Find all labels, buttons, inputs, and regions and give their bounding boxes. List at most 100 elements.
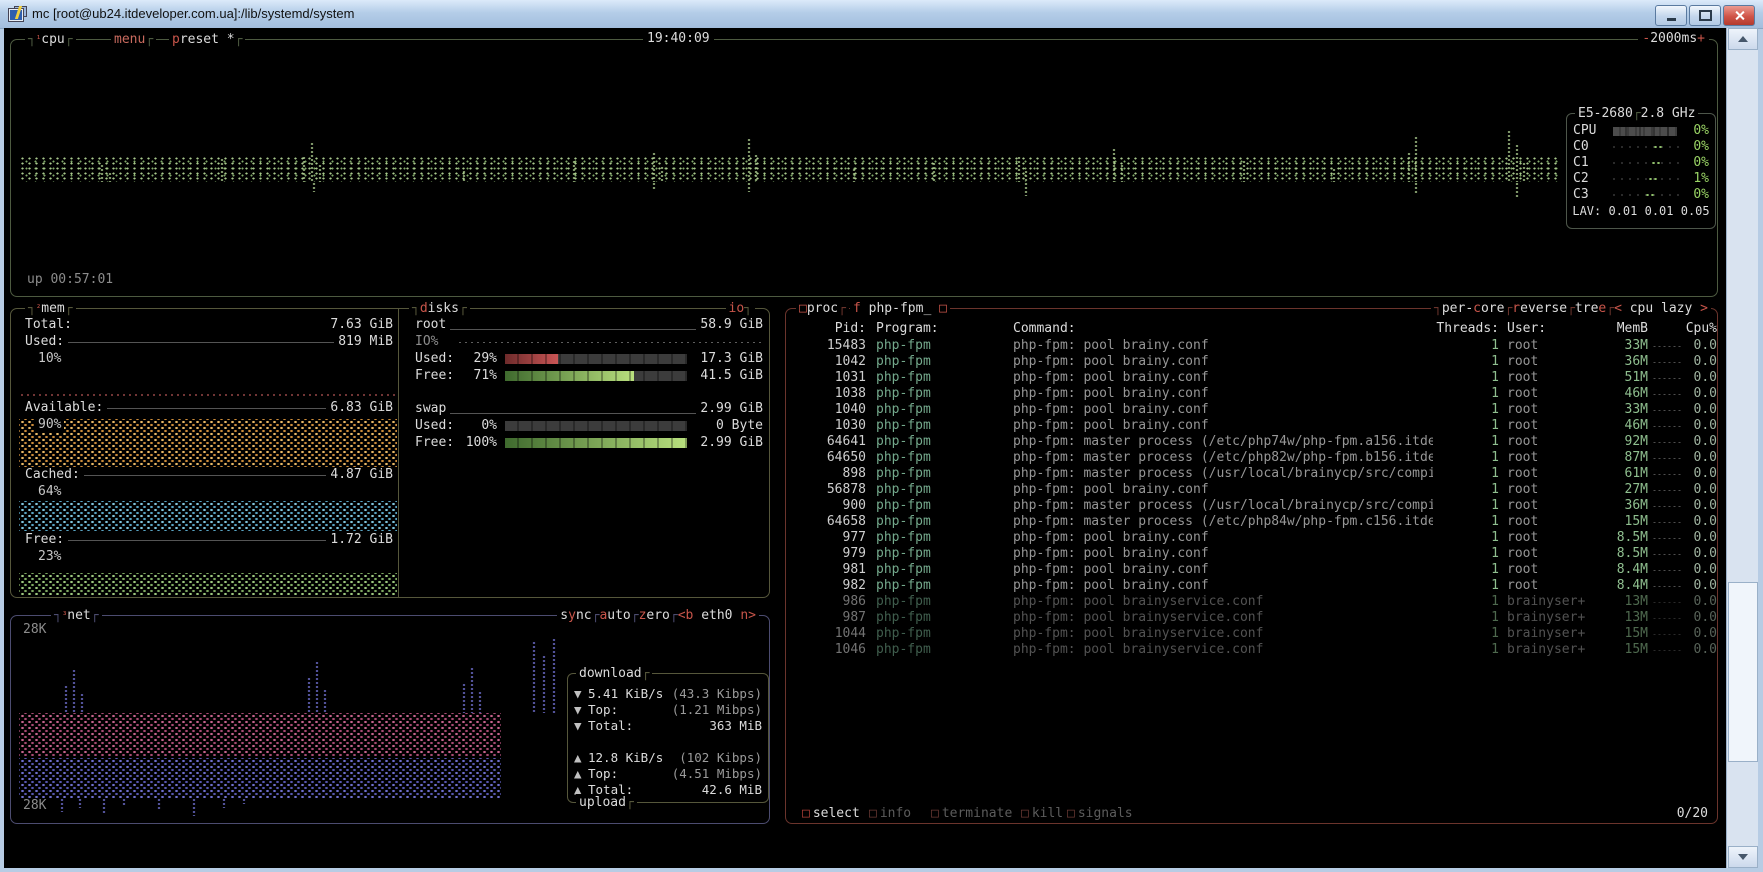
net-upload-band <box>19 713 501 756</box>
process-row[interactable]: 1042php-fpmphp-fpm: pool brainy.conf1roo… <box>786 354 1717 370</box>
core-meter <box>1610 145 1680 149</box>
select-button[interactable]: □select □ <box>799 806 828 822</box>
graph-spike <box>1016 156 1022 182</box>
core-row-c2: C21% <box>1567 171 1715 187</box>
core-row-c1: C10% <box>1567 155 1715 171</box>
close-button[interactable] <box>1723 5 1755 26</box>
kill-button[interactable]: □kill <box>1018 806 1032 822</box>
signals-button[interactable]: □signals <box>1064 806 1078 822</box>
process-row[interactable]: 1038php-fpmphp-fpm: pool brainy.conf1roo… <box>786 386 1717 402</box>
process-row[interactable]: 900php-fpmphp-fpm: master process (/usr/… <box>786 498 1717 514</box>
auto-button[interactable]: auto <box>599 608 630 624</box>
graph-spike <box>1111 148 1117 182</box>
interval-increase-button[interactable]: + <box>1697 31 1705 46</box>
process-row[interactable]: 1030php-fpmphp-fpm: pool brainy.conf1roo… <box>786 418 1717 434</box>
graph-spike <box>191 798 197 816</box>
scrollbar[interactable] <box>1726 28 1758 868</box>
zero-button[interactable]: zero <box>639 608 670 624</box>
graph-spike <box>1413 182 1419 194</box>
cpu-graph-baseline <box>19 156 1559 182</box>
process-row[interactable]: 15483php-fpmphp-fpm: pool brainy.conf1ro… <box>786 338 1717 354</box>
bracket: ┌ <box>631 608 639 624</box>
interval-control: -2000ms+ <box>1638 31 1709 47</box>
process-cpu-graph <box>1652 633 1682 636</box>
proc-footer: □select □ □info □terminate □kill □signal… <box>786 806 1717 823</box>
scrollbar-thumb[interactable] <box>1728 582 1758 762</box>
sort-next-button[interactable]: > <box>1700 301 1708 317</box>
cpu-history-graph <box>19 140 1559 222</box>
tree-button[interactable]: tree <box>1575 301 1606 317</box>
mem-cached-percent: 64% <box>35 484 64 500</box>
process-row[interactable]: 64658php-fpmphp-fpm: master process (/et… <box>786 514 1717 530</box>
info-button[interactable]: □info <box>866 806 880 822</box>
proc-box-title: □proc┌ <box>796 300 849 317</box>
graph-spike <box>746 182 752 192</box>
disk-swap-free-row: Free:100%2.99 GiB <box>415 435 763 451</box>
process-row[interactable]: 977php-fpmphp-fpm: pool brainy.conf1root… <box>786 530 1717 546</box>
graph-spike <box>659 166 665 182</box>
cpu-total-meter <box>1613 127 1677 136</box>
process-row[interactable]: 1044php-fpmphp-fpm: pool brainyservice.c… <box>786 626 1717 642</box>
up-arrow-icon: ▲ <box>574 750 588 766</box>
bracket: ┌ <box>1504 301 1512 317</box>
proc-box: □proc┌ f php-fpm_ □ ┐per-core┌ reverse┌ … <box>785 308 1718 824</box>
graph-spike <box>851 168 857 182</box>
process-cpu-graph <box>1652 393 1682 396</box>
iface-label: eth0 <box>701 608 732 624</box>
process-row[interactable]: 982php-fpmphp-fpm: pool brainy.conf1root… <box>786 578 1717 594</box>
process-row[interactable]: 987php-fpmphp-fpm: pool brainyservice.co… <box>786 610 1717 626</box>
proc-filter-input[interactable]: f php-fpm_ □ <box>850 300 950 317</box>
process-row[interactable]: 986php-fpmphp-fpm: pool brainyservice.co… <box>786 594 1717 610</box>
core-meter <box>1610 193 1680 197</box>
graph-spike <box>1119 164 1125 182</box>
process-row[interactable]: 1031php-fpmphp-fpm: pool brainy.conf1roo… <box>786 370 1717 386</box>
core-meter <box>1610 177 1680 181</box>
per-core-button[interactable]: per-core <box>1442 301 1505 317</box>
bracket: ┐ <box>28 301 36 317</box>
preset-button[interactable]: preset *┌ <box>169 31 245 48</box>
graph-spike <box>477 691 483 713</box>
uptime-label: up 00:57:01 <box>27 272 113 288</box>
app-icon[interactable] <box>9 6 27 22</box>
proc-table-body: 15483php-fpmphp-fpm: pool brainy.conf1ro… <box>786 338 1717 658</box>
process-row[interactable]: 1046php-fpmphp-fpm: pool brainyservice.c… <box>786 642 1717 658</box>
process-row[interactable]: 981php-fpmphp-fpm: pool brainy.conf1root… <box>786 562 1717 578</box>
scroll-up-button[interactable] <box>1728 28 1758 50</box>
iface-prev-button[interactable]: <b <box>678 608 694 624</box>
process-row[interactable]: 56878php-fpmphp-fpm: pool brainy.conf1ro… <box>786 482 1717 498</box>
proc-header-buttons: ┐per-core┌ reverse┌ tree┌ < cpu lazy > <box>1431 300 1711 317</box>
bracket: ┌ <box>459 301 467 317</box>
reverse-button[interactable]: reverse <box>1512 301 1567 317</box>
process-row[interactable]: 64641php-fpmphp-fpm: master process (/et… <box>786 434 1717 450</box>
terminate-button[interactable]: □terminate <box>928 806 942 822</box>
cpu-box: ┐¹cpu┌ menu┌ preset *┌ 19:40:09 -2000ms+… <box>10 39 1718 297</box>
process-row[interactable]: 1040php-fpmphp-fpm: pool brainy.conf1roo… <box>786 402 1717 418</box>
process-row[interactable]: 64650php-fpmphp-fpm: master process (/et… <box>786 450 1717 466</box>
scroll-down-button[interactable] <box>1728 846 1758 868</box>
load-average: LAV: 0.01 0.01 0.05 <box>1567 203 1715 219</box>
process-row[interactable]: 898php-fpmphp-fpm: master process (/usr/… <box>786 466 1717 482</box>
minimize-button[interactable] <box>1655 5 1687 26</box>
maximize-button[interactable] <box>1689 5 1721 26</box>
graph-spike <box>107 172 113 182</box>
menu-button[interactable]: menu┌ <box>111 31 156 48</box>
graph-spike <box>311 182 317 192</box>
process-row[interactable]: 979php-fpmphp-fpm: pool brainy.conf1root… <box>786 546 1717 562</box>
graph-spike <box>1514 144 1520 182</box>
mem-box-title: ┐²mem┌ <box>25 300 76 317</box>
graph-spike <box>1023 182 1029 196</box>
sync-button[interactable]: sync <box>560 608 591 624</box>
bracket: ┌ <box>65 301 73 317</box>
iface-next-button[interactable]: n> <box>740 608 756 624</box>
title-bar[interactable]: mc [root@ub24.itdeveloper.com.ua]:/lib/s… <box>0 0 1763 29</box>
graph-spike <box>59 798 65 812</box>
net-scale-bottom: 28K <box>21 798 48 814</box>
core-row-c0: C00% <box>1567 139 1715 155</box>
sort-prev-button[interactable]: < <box>1614 301 1622 317</box>
mem-free-percent: 23% <box>35 549 64 565</box>
process-cpu-graph <box>1652 521 1682 524</box>
io-button[interactable]: io┐ <box>726 300 755 317</box>
bracket: ┌ <box>838 301 846 317</box>
bracket: ┐ <box>28 32 36 48</box>
down-arrow-icon: ▼ <box>574 718 588 734</box>
